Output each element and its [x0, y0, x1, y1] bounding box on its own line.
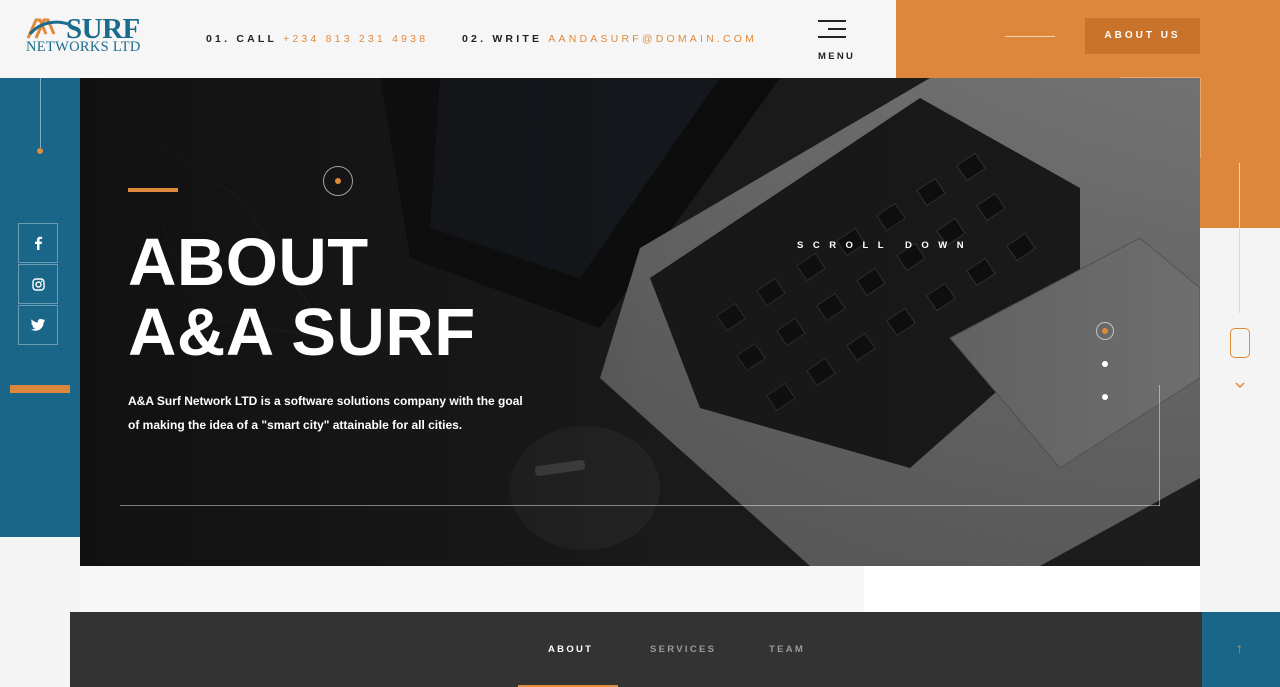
scroll-mouse-icon[interactable] — [1230, 328, 1250, 358]
facebook-link[interactable] — [18, 223, 58, 263]
sidebar-line — [40, 78, 41, 148]
twitter-link[interactable] — [18, 305, 58, 345]
hero-title-line2: A&A SURF — [128, 295, 476, 370]
phone-link[interactable]: +234 813 231 4938 — [283, 33, 428, 45]
section-nav: ABOUT SERVICES TEAM — [70, 612, 1202, 687]
content-area-left — [80, 566, 864, 612]
contact-call: 01. CALL +234 813 231 4938 — [206, 33, 428, 45]
hero-section: ABOUT A&A SURF A&A Surf Network LTD is a… — [80, 78, 1200, 566]
contact-write: 02. WRITE AANDASURF@DOMAIN.COM — [462, 33, 757, 45]
instagram-link[interactable] — [18, 264, 58, 304]
sidebar-accent-bar — [10, 385, 70, 393]
frame-line — [1159, 385, 1160, 506]
hamburger-line — [818, 36, 846, 38]
slide-dot-3[interactable] — [1102, 394, 1108, 400]
left-sidebar — [0, 78, 80, 537]
tab-services[interactable]: SERVICES — [650, 644, 716, 655]
hamburger-icon — [818, 20, 846, 22]
decorative-circle-icon — [323, 166, 353, 196]
email-link[interactable]: AANDASURF@DOMAIN.COM — [548, 33, 757, 45]
title-accent-bar — [128, 188, 178, 192]
slide-dot-1[interactable] — [1096, 322, 1114, 340]
tab-team[interactable]: TEAM — [769, 644, 805, 655]
hamburger-line — [828, 28, 846, 30]
content-area-right — [864, 566, 1200, 612]
menu-button[interactable]: MENU — [814, 18, 856, 66]
arrow-up-icon: ↑ — [1236, 640, 1243, 656]
slide-dot-2[interactable] — [1102, 361, 1108, 367]
menu-label: MENU — [818, 51, 856, 62]
scroll-down-link[interactable]: SCROLL DOWN — [797, 240, 973, 251]
call-label: 01. CALL — [206, 33, 277, 45]
decorative-line — [1005, 36, 1055, 37]
hero-title-line1: ABOUT — [128, 225, 369, 300]
sidebar-dot — [37, 148, 43, 154]
about-us-button[interactable]: ABOUT US — [1085, 18, 1200, 54]
site-header: SURF NETWORKS LTD 01. CALL +234 813 231 … — [0, 0, 896, 78]
frame-line — [120, 505, 1160, 506]
instagram-icon — [31, 277, 45, 291]
chevron-down-icon[interactable] — [1233, 380, 1247, 390]
twitter-icon — [31, 319, 45, 331]
right-decor-line — [1239, 163, 1240, 313]
back-to-top-button[interactable]: ↑ — [1202, 612, 1280, 687]
company-logo[interactable]: SURF NETWORKS LTD — [26, 14, 156, 56]
logo-networks-text: NETWORKS LTD — [26, 39, 141, 55]
hero-title: ABOUT A&A SURF — [128, 228, 628, 368]
tab-about[interactable]: ABOUT — [548, 644, 593, 655]
hero-description: A&A Surf Network LTD is a software solut… — [128, 394, 523, 432]
write-label: 02. WRITE — [462, 33, 543, 45]
facebook-icon — [35, 236, 43, 250]
